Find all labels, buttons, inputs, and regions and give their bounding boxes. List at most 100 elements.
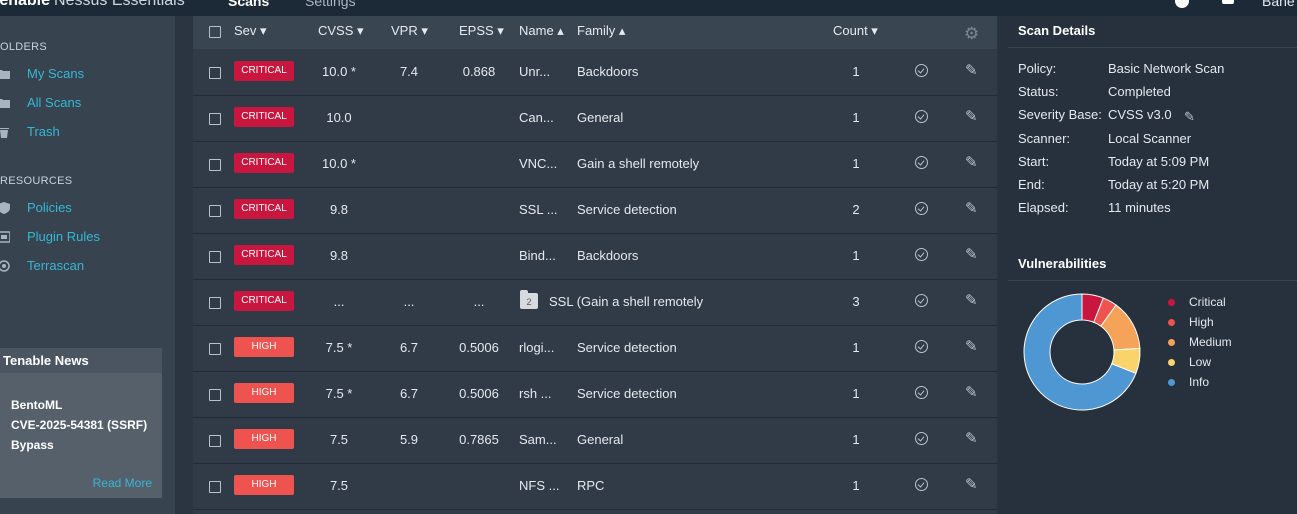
row-checkbox[interactable]	[209, 481, 221, 493]
row-checkbox[interactable]	[209, 435, 221, 447]
row-checkbox[interactable]	[209, 159, 221, 171]
row-checkbox[interactable]	[209, 297, 221, 309]
gear-icon[interactable]: ⚙	[964, 24, 979, 44]
cvss-cell: 7.5	[329, 478, 349, 493]
row-checkbox[interactable]	[209, 251, 221, 263]
pencil-icon[interactable]: ✎	[965, 107, 978, 125]
sidebar-item-policies[interactable]: Policies	[0, 198, 175, 220]
check-circle-icon[interactable]	[915, 432, 928, 445]
column-name[interactable]: Name ▴	[519, 23, 564, 39]
table-row[interactable]: CRITICAL 9.8 Bind... Backdoors 1 ✎	[193, 233, 997, 280]
sidebar-item-my-scans[interactable]: My Scans	[0, 64, 175, 86]
brand-logo[interactable]: tenableNessus Essentials	[0, 0, 185, 10]
vulnerabilities-title: Vulnerabilities	[1018, 256, 1107, 271]
severity-badge: CRITICAL	[234, 199, 294, 219]
pencil-icon[interactable]: ✎	[965, 153, 978, 171]
pencil-icon[interactable]: ✎	[1184, 109, 1195, 125]
pencil-icon[interactable]: ✎	[965, 429, 978, 447]
family-cell: Service detection	[577, 386, 677, 401]
top-bar: tenableNessus Essentials Scans Settings …	[0, 0, 1297, 16]
cvss-cell: 9.8	[329, 248, 349, 263]
row-checkbox[interactable]	[209, 113, 221, 125]
scanner-value: Local Scanner	[1108, 131, 1192, 146]
legend-dot	[1168, 339, 1175, 346]
pencil-icon[interactable]: ✎	[965, 337, 978, 355]
count-cell: 2	[852, 202, 860, 217]
row-checkbox[interactable]	[209, 343, 221, 355]
check-circle-icon[interactable]	[915, 248, 928, 261]
table-row[interactable]: CRITICAL 10.0 * VNC... Gain a shell remo…	[193, 141, 997, 188]
tab-scans[interactable]: Scans	[228, 0, 269, 9]
pencil-icon[interactable]: ✎	[965, 199, 978, 217]
sidebar-item-label: Terrascan	[27, 258, 85, 273]
check-circle-icon[interactable]	[915, 478, 928, 491]
column-family[interactable]: Family ▴	[577, 23, 625, 39]
sidebar-item-trash[interactable]: Trash	[0, 122, 175, 144]
check-circle-icon[interactable]	[915, 202, 928, 215]
info-icon[interactable]	[1175, 0, 1189, 8]
count-cell: 1	[852, 248, 860, 263]
row-checkbox[interactable]	[209, 389, 221, 401]
sidebar-item-all-scans[interactable]: All Scans	[0, 93, 175, 115]
sidebar-item-label: My Scans	[27, 66, 85, 81]
table-row[interactable]: HIGH 7.5 * 6.7 0.5006 rsh ... Service de…	[193, 371, 997, 418]
pencil-icon[interactable]: ✎	[965, 383, 978, 401]
column-count[interactable]: Count ▾	[833, 23, 878, 39]
shield-icon	[0, 202, 10, 214]
check-circle-icon[interactable]	[915, 386, 928, 399]
news-body: BentoML CVE-2025-54381 (SSRF) Bypass Rea…	[0, 373, 162, 498]
pencil-icon[interactable]: ✎	[965, 291, 978, 309]
cvss-cell: 9.8	[329, 202, 349, 217]
epss-cell: 0.5006	[459, 386, 499, 401]
cvss-cell: 10.0	[326, 110, 352, 125]
family-cell: Service detection	[577, 202, 677, 217]
pencil-icon[interactable]: ✎	[965, 245, 978, 263]
vulnerabilities-table: Sev ▾ CVSS ▾ VPR ▾ EPSS ▾ Name ▴ Family …	[193, 16, 997, 514]
check-circle-icon[interactable]	[915, 110, 928, 123]
name-cell: rsh ...	[519, 386, 552, 401]
sidebar-item-plugin-rules[interactable]: Plugin Rules	[0, 227, 175, 249]
vulnerabilities-donut-chart[interactable]	[1022, 292, 1142, 412]
severity-base-value: CVSS v3.0	[1108, 107, 1172, 122]
column-cvss[interactable]: CVSS ▾	[318, 23, 364, 39]
row-checkbox[interactable]	[209, 205, 221, 217]
table-row[interactable]: CRITICAL 10.0 Can... General 1 ✎	[193, 95, 997, 142]
plugin-icon	[0, 231, 10, 243]
count-cell: 1	[852, 110, 860, 125]
scan-details-title: Scan Details	[1018, 23, 1096, 38]
column-vpr[interactable]: VPR ▾	[391, 23, 428, 39]
name-cell: Can...	[519, 110, 554, 125]
select-all-checkbox[interactable]	[209, 26, 221, 38]
column-sev[interactable]: Sev ▾	[234, 23, 267, 39]
check-circle-icon[interactable]	[915, 64, 928, 77]
legend-dot	[1168, 299, 1175, 306]
table-row[interactable]: HIGH 7.5 * 6.7 0.5006 rlogi... Service d…	[193, 325, 997, 372]
severity-badge: CRITICAL	[234, 61, 294, 81]
count-cell: 1	[852, 64, 860, 79]
table-header: Sev ▾ CVSS ▾ VPR ▾ EPSS ▾ Name ▴ Family …	[193, 16, 997, 49]
sidebar-item-terrascan[interactable]: Terrascan	[0, 256, 175, 278]
legend-dot	[1168, 379, 1175, 386]
check-circle-icon[interactable]	[915, 156, 928, 169]
cvss-cell: 7.5	[329, 432, 349, 447]
read-more-link[interactable]: Read More	[93, 476, 152, 490]
count-cell: 1	[852, 340, 860, 355]
user-menu[interactable]: Bane	[1262, 0, 1295, 9]
bell-icon[interactable]	[1222, 0, 1234, 4]
table-row-group[interactable]: CRITICAL ... ... ... 2 SSL (Gain a shell…	[193, 279, 997, 326]
scanner-label: Scanner:	[1018, 131, 1071, 146]
epss-cell: 0.868	[462, 64, 496, 79]
table-row[interactable]: CRITICAL 9.8 SSL ... Service detection 2…	[193, 187, 997, 234]
column-epss[interactable]: EPSS ▾	[459, 23, 504, 39]
pencil-icon[interactable]: ✎	[965, 61, 978, 79]
folders-heading: OLDERS	[0, 41, 48, 53]
table-row[interactable]: CRITICAL 10.0 * 7.4 0.868 Unr... Backdoo…	[193, 49, 997, 96]
pencil-icon[interactable]: ✎	[965, 475, 978, 493]
elapsed-label: Elapsed:	[1018, 200, 1069, 215]
table-row[interactable]: HIGH 7.5 5.9 0.7865 Sam... General 1 ✎	[193, 417, 997, 464]
check-circle-icon[interactable]	[915, 340, 928, 353]
check-circle-icon[interactable]	[915, 294, 928, 307]
table-row[interactable]: HIGH 7.5 NFS ... RPC 1 ✎	[193, 463, 997, 510]
row-checkbox[interactable]	[209, 67, 221, 79]
tab-settings[interactable]: Settings	[305, 0, 356, 9]
